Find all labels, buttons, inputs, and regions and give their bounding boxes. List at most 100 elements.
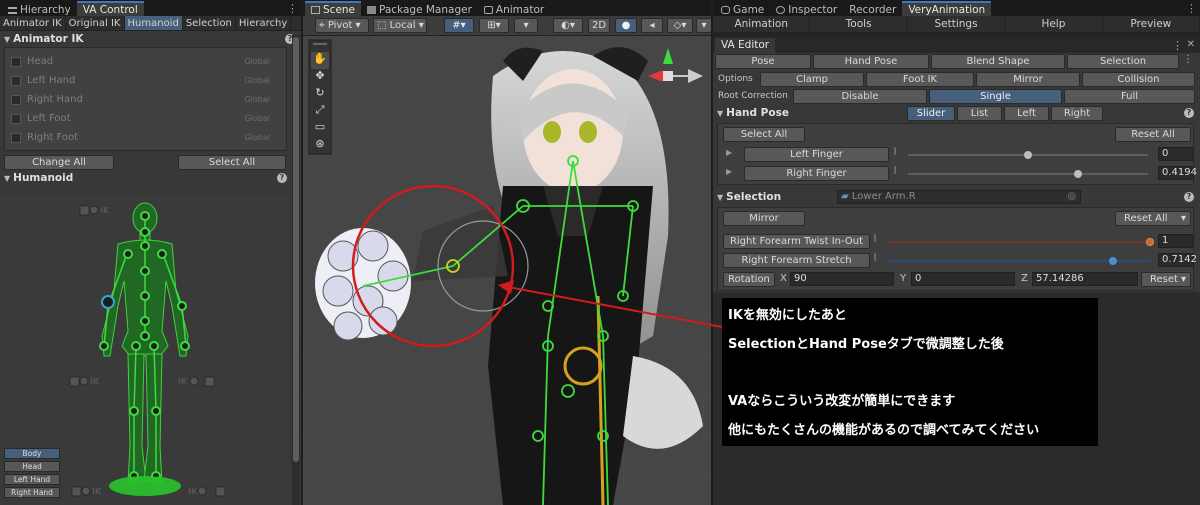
- rotation-x-field[interactable]: 90: [790, 272, 894, 286]
- ik-space-label[interactable]: Global: [244, 76, 270, 85]
- mode-tab-selection[interactable]: Selection: [1067, 54, 1179, 69]
- ik-row-right-hand[interactable]: Right Hand Global: [5, 90, 286, 109]
- left-finger-button[interactable]: Left Finger: [744, 147, 889, 162]
- left-scrollbar[interactable]: [292, 35, 300, 505]
- effects-dropdown[interactable]: ◇▾: [667, 18, 693, 33]
- tab-animator[interactable]: Animator: [478, 1, 550, 16]
- expand-triangle-icon[interactable]: ▶: [726, 167, 732, 176]
- view-tab-slider[interactable]: Slider: [907, 106, 955, 121]
- right-finger-value[interactable]: 0.4194: [1158, 166, 1197, 180]
- panel-menu-icon[interactable]: ⋮: [287, 2, 298, 15]
- menu-settings[interactable]: Settings: [908, 16, 1006, 32]
- twist-slider[interactable]: [888, 238, 1154, 246]
- foot-ik-toggle[interactable]: Foot IK: [866, 72, 974, 87]
- rotation-button[interactable]: Rotation: [723, 272, 775, 287]
- root-correction-single[interactable]: Single: [929, 89, 1062, 104]
- increment-snap-button[interactable]: ⊞▾: [479, 18, 509, 33]
- expand-triangle-icon[interactable]: ▶: [726, 148, 732, 157]
- root-ellipse[interactable]: [109, 476, 181, 496]
- ik-space-label[interactable]: Global: [244, 133, 270, 142]
- mode-tab-hand-pose[interactable]: Hand Pose: [813, 54, 929, 69]
- scale-tool-icon[interactable]: ⤢: [311, 103, 329, 120]
- ik-left-hand-checkbox[interactable]: [11, 75, 21, 86]
- left-finger-value[interactable]: 0: [1158, 147, 1194, 161]
- 2d-toggle[interactable]: 2D: [588, 18, 610, 33]
- subtab-humanoid[interactable]: Humanoid: [124, 16, 183, 30]
- gizmos-dropdown[interactable]: ▾: [696, 18, 711, 33]
- body-button[interactable]: Body: [4, 448, 60, 459]
- right-hand-button[interactable]: Right Hand: [4, 487, 60, 498]
- move-tool-icon[interactable]: ✥: [311, 69, 329, 86]
- object-picker-icon[interactable]: ◎: [1067, 191, 1076, 203]
- stretch-button[interactable]: Right Forearm Stretch: [723, 253, 870, 268]
- mirror-toggle[interactable]: Mirror: [976, 72, 1080, 87]
- panel-menu-icon[interactable]: ⋮: [1186, 2, 1197, 15]
- view-tab-list[interactable]: List: [957, 106, 1002, 121]
- head-button[interactable]: Head: [4, 461, 60, 472]
- panel-menu-icon[interactable]: ⋮: [1172, 39, 1183, 52]
- menu-tools[interactable]: Tools: [810, 16, 908, 32]
- selection-mirror-button[interactable]: Mirror: [723, 211, 805, 226]
- tab-hierarchy[interactable]: Hierarchy: [2, 1, 77, 16]
- draw-mode-button[interactable]: ◐▾: [553, 18, 583, 33]
- animator-ik-header[interactable]: ▼ Animator IK?: [0, 31, 301, 47]
- clamp-toggle[interactable]: Clamp: [760, 72, 864, 87]
- rect-tool-icon[interactable]: ▭: [311, 120, 329, 137]
- help-icon[interactable]: ?: [277, 173, 287, 183]
- pivot-dropdown[interactable]: ⌖ Pivot ▾: [315, 18, 369, 33]
- twist-value[interactable]: 1: [1158, 234, 1194, 248]
- change-all-button[interactable]: Change All: [4, 155, 114, 170]
- collision-toggle[interactable]: Collision: [1082, 72, 1195, 87]
- left-hand-button[interactable]: Left Hand: [4, 474, 60, 485]
- ik-row-right-foot[interactable]: Right Foot Global: [5, 128, 286, 147]
- humanoid-header[interactable]: ▼ Humanoid?: [0, 170, 301, 186]
- transform-tool-icon[interactable]: ⊛: [311, 137, 329, 154]
- ik-space-label[interactable]: Global: [244, 57, 270, 66]
- grid-snap-button[interactable]: #▾: [444, 18, 474, 33]
- tab-very-animation[interactable]: VeryAnimation: [902, 1, 992, 16]
- close-icon[interactable]: ✕: [1187, 39, 1195, 50]
- tab-recorder[interactable]: Recorder: [843, 1, 902, 16]
- subtab-original-ik[interactable]: Original IK: [66, 16, 125, 30]
- tab-package-manager[interactable]: Package Manager: [361, 1, 478, 16]
- slider-knob[interactable]: [1146, 238, 1154, 246]
- subtab-animator-ik[interactable]: Animator IK: [0, 16, 66, 30]
- ik-right-hand-checkbox[interactable]: [11, 94, 21, 105]
- slider-knob[interactable]: [1109, 257, 1118, 265]
- rotation-z-field[interactable]: 57.14286: [1032, 272, 1138, 286]
- selected-joint-right-forearm[interactable]: [101, 295, 115, 309]
- right-finger-slider[interactable]: [908, 170, 1148, 178]
- right-finger-button[interactable]: Right Finger: [744, 166, 889, 181]
- hand-tool-icon[interactable]: ✋: [311, 52, 329, 69]
- left-finger-slider[interactable]: [908, 151, 1148, 159]
- scene-viewport[interactable]: [303, 36, 711, 505]
- menu-help[interactable]: Help: [1005, 16, 1103, 32]
- root-correction-disable[interactable]: Disable: [793, 89, 927, 104]
- twist-in-out-button[interactable]: Right Forearm Twist In-Out: [723, 234, 870, 249]
- tab-va-editor[interactable]: VA Editor: [715, 38, 776, 53]
- tab-va-control[interactable]: VA Control: [76, 1, 144, 16]
- selection-reset-all-dropdown[interactable]: Reset All ▾: [1115, 211, 1191, 226]
- menu-animation[interactable]: Animation: [713, 16, 811, 32]
- rotate-tool-icon[interactable]: ↻: [311, 86, 329, 103]
- menu-preview[interactable]: Preview: [1103, 16, 1200, 32]
- help-icon[interactable]: ⋮: [1183, 54, 1193, 65]
- mode-tab-blend-shape[interactable]: Blend Shape: [931, 54, 1065, 69]
- stretch-slider[interactable]: [888, 257, 1150, 265]
- audio-toggle[interactable]: ◂: [641, 18, 663, 33]
- selected-object-field[interactable]: ▰ Lower Arm.R ◎: [837, 190, 1081, 204]
- hand-select-all-button[interactable]: Select All: [723, 127, 805, 142]
- tab-game[interactable]: Game: [715, 1, 770, 16]
- tab-inspector[interactable]: Inspector: [770, 1, 843, 16]
- ik-left-foot-checkbox[interactable]: [11, 113, 21, 124]
- slider-knob[interactable]: [1074, 170, 1083, 178]
- subtab-hierarchy[interactable]: Hierarchy: [236, 16, 292, 30]
- left-scrollbar-thumb[interactable]: [293, 37, 299, 462]
- slider-knob[interactable]: [1024, 151, 1032, 159]
- ik-row-left-foot[interactable]: Left Foot Global: [5, 109, 286, 128]
- tab-scene[interactable]: Scene: [305, 1, 362, 16]
- ik-head-checkbox[interactable]: [11, 56, 21, 67]
- ik-right-foot-checkbox[interactable]: [11, 132, 21, 143]
- ik-row-left-hand[interactable]: Left Hand Global: [5, 71, 286, 90]
- stretch-value[interactable]: 0.7142: [1158, 253, 1197, 267]
